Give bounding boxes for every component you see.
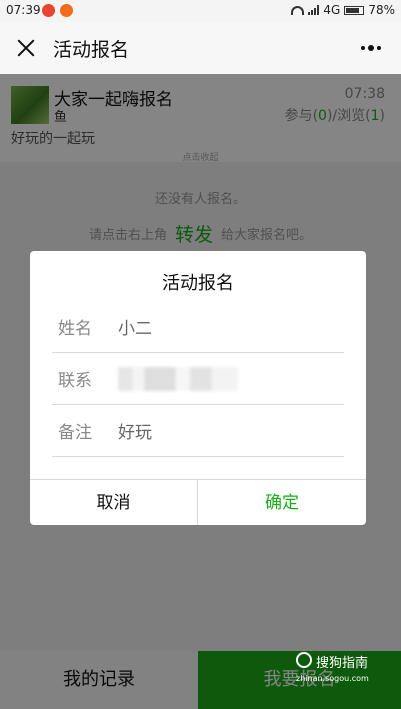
contact-label: 联系 (58, 371, 92, 391)
app-notification-icon (60, 4, 73, 17)
contact-input[interactable] (118, 367, 238, 391)
more-icon[interactable] (361, 45, 381, 51)
remark-field[interactable]: 备注 好玩 (52, 405, 344, 457)
close-icon[interactable] (14, 36, 38, 60)
wifi-icon (291, 5, 305, 15)
network-type: 4G (323, 3, 341, 17)
signup-form: 姓名 小二 联系 备注 好玩 (52, 301, 344, 457)
nav-bar: 活动报名 (0, 22, 401, 74)
remark-label: 备注 (58, 423, 92, 443)
watermark-url: zhinan.sogou.com (296, 674, 369, 683)
battery-icon (344, 5, 365, 15)
contact-field[interactable]: 联系 (52, 353, 344, 405)
battery-fill (346, 7, 359, 13)
remark-input[interactable]: 好玩 (118, 418, 152, 443)
name-field[interactable]: 姓名 小二 (52, 301, 344, 353)
cancel-button[interactable]: 取消 (30, 480, 198, 525)
weibo-notification-icon (42, 4, 55, 17)
dialog-title: 活动报名 (162, 273, 234, 294)
sogou-logo-icon (296, 652, 312, 668)
signal-icon (308, 5, 320, 15)
confirm-button[interactable]: 确定 (198, 480, 366, 525)
status-bar: 07:39 4G 78% (0, 0, 401, 22)
status-time: 07:39 (6, 3, 41, 17)
dialog-footer: 取消 确定 (30, 479, 366, 525)
name-label: 姓名 (58, 319, 92, 339)
status-indicators: 4G 78% (291, 3, 395, 17)
name-input[interactable]: 小二 (118, 314, 152, 339)
signup-dialog: 活动报名 姓名 小二 联系 备注 好玩 取消 确定 (30, 251, 366, 525)
watermark: 搜狗指南 zhinan.sogou.com (296, 652, 396, 692)
watermark-name: 搜狗指南 (316, 656, 369, 671)
battery-percent: 78% (368, 3, 395, 17)
page-title: 活动报名 (53, 39, 130, 61)
